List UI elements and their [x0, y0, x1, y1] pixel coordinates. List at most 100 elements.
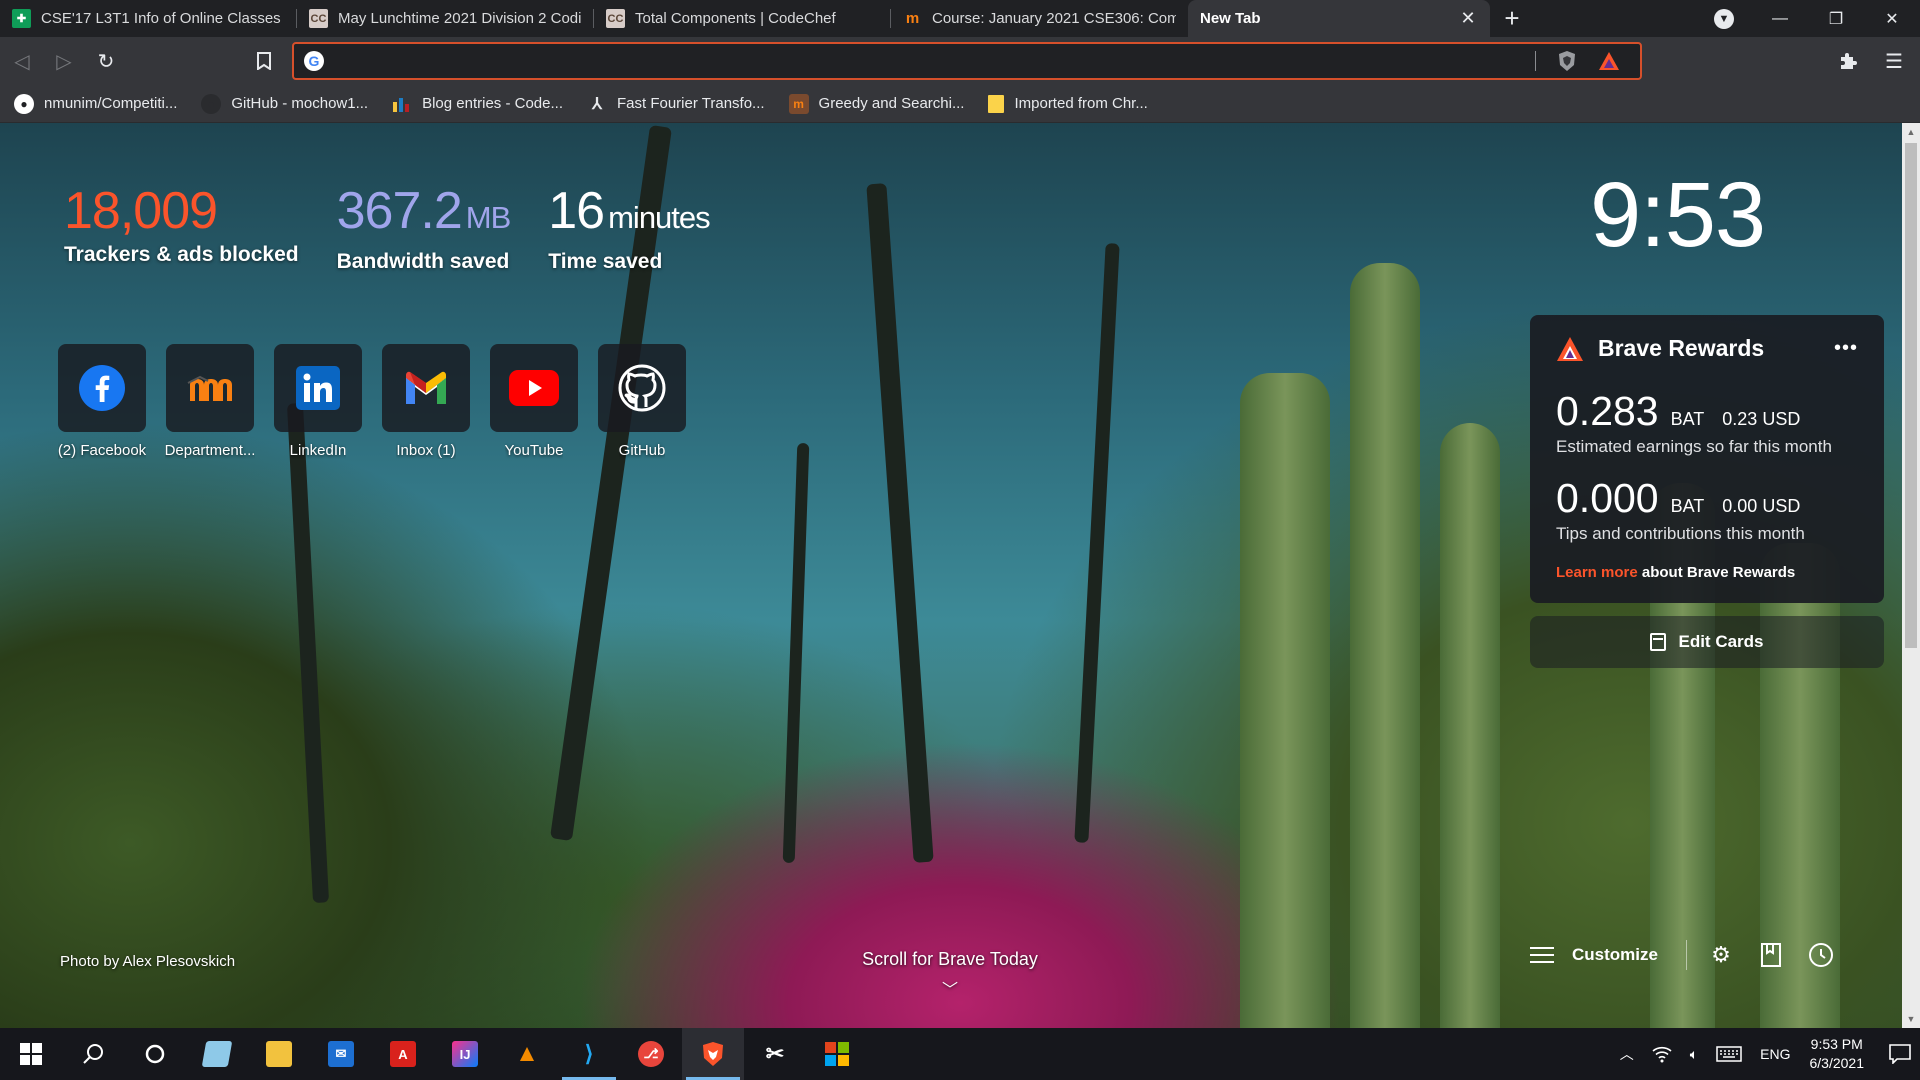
- site-tile[interactable]: [490, 344, 578, 432]
- taskbar-app-notepad[interactable]: [186, 1028, 248, 1080]
- language-indicator[interactable]: ENG: [1760, 1046, 1790, 1062]
- restore-button[interactable]: ❐: [1808, 0, 1864, 37]
- bookmark-label: nmunim/Competiti...: [44, 95, 178, 112]
- tab-codechef-components[interactable]: CC Total Components | CodeChef: [594, 0, 891, 37]
- taskbar-app-explorer[interactable]: [248, 1028, 310, 1080]
- gear-icon[interactable]: ⚙: [1707, 941, 1735, 969]
- bookmark-item[interactable]: Blog entries - Code...: [392, 94, 563, 114]
- address-bar[interactable]: G: [292, 42, 1642, 80]
- brave-shield-icon: [1559, 51, 1575, 71]
- tab-sheets[interactable]: ✚ CSE'17 L3T1 Info of Online Classes - G: [0, 0, 297, 37]
- bookmark-item[interactable]: ● nmunim/Competiti...: [14, 93, 178, 114]
- trackers-label: Trackers & ads blocked: [64, 243, 299, 266]
- site-tile[interactable]: [166, 344, 254, 432]
- volume-icon[interactable]: 🔈︎: [1690, 1046, 1698, 1063]
- sliders-icon: [1530, 944, 1554, 966]
- scrollbar-thumb[interactable]: [1905, 143, 1917, 648]
- notifications-button[interactable]: [1880, 1028, 1920, 1080]
- github-icon: ●: [201, 93, 222, 114]
- cortana-icon: [145, 1044, 165, 1064]
- keyboard-icon[interactable]: [1716, 1046, 1742, 1062]
- stat-bandwidth: 367.2 MB Bandwidth saved: [337, 181, 512, 274]
- site-label: Department...: [164, 442, 256, 459]
- brave-rewards-button[interactable]: [1596, 48, 1622, 74]
- taskbar-app-snipping[interactable]: ✂: [744, 1028, 806, 1080]
- search-button[interactable]: [62, 1028, 124, 1080]
- top-site-department[interactable]: Department...: [156, 344, 264, 459]
- site-tile[interactable]: [58, 344, 146, 432]
- taskbar-date: 6/3/2021: [1809, 1055, 1865, 1071]
- bookmark-button[interactable]: [244, 41, 284, 81]
- tab-codechef-lunchtime[interactable]: CC May Lunchtime 2021 Division 2 Coding: [297, 0, 594, 37]
- start-button[interactable]: [0, 1028, 62, 1080]
- taskbar-app-mail[interactable]: ✉: [310, 1028, 372, 1080]
- tab-moodle-course[interactable]: m Course: January 2021 CSE306: Comput: [891, 0, 1188, 37]
- vscode-icon: ⟩: [584, 1041, 594, 1066]
- page-scrollbar[interactable]: ▲ ▼: [1902, 123, 1920, 1028]
- back-button[interactable]: ◁: [2, 41, 42, 81]
- history-icon[interactable]: [1807, 941, 1835, 969]
- search-icon: [83, 1044, 103, 1064]
- taskbar-app-intellij[interactable]: IJ: [434, 1028, 496, 1080]
- tab-search-button[interactable]: ▼: [1696, 0, 1752, 37]
- scroll-up-icon[interactable]: ▲: [1902, 123, 1920, 141]
- tips-usd: 0.00 USD: [1722, 496, 1801, 516]
- background-palm-trunk: [782, 442, 810, 864]
- bookmark-folder[interactable]: Imported from Chr...: [988, 94, 1148, 113]
- address-input[interactable]: [334, 52, 1525, 70]
- background-palm-trunk: [286, 402, 330, 904]
- moodle-icon: m: [788, 93, 809, 114]
- cortana-button[interactable]: [124, 1028, 186, 1080]
- menu-button[interactable]: ☰: [1874, 41, 1914, 81]
- bookmark-item[interactable]: ● GitHub - mochow1...: [201, 93, 368, 114]
- close-window-button[interactable]: ✕: [1864, 0, 1920, 37]
- photo-credit[interactable]: Photo by Alex Plesovskich: [60, 953, 235, 970]
- top-site-gmail[interactable]: Inbox (1): [372, 344, 480, 459]
- bandwidth-unit: MB: [465, 200, 511, 235]
- taskbar-app-vscode[interactable]: ⟩: [558, 1028, 620, 1080]
- tab-strip-spacer: [1534, 0, 1696, 37]
- tab-strip: ✚ CSE'17 L3T1 Info of Online Classes - G…: [0, 0, 1920, 37]
- more-options-icon[interactable]: •••: [1834, 337, 1858, 360]
- wifi-icon[interactable]: [1652, 1045, 1672, 1063]
- github-icon: [618, 364, 666, 412]
- taskbar-app-brave[interactable]: [682, 1028, 744, 1080]
- chevron-up-icon[interactable]: ︿: [1620, 1044, 1634, 1064]
- top-site-facebook[interactable]: (2) Facebook: [48, 344, 156, 459]
- taskbar-app-office[interactable]: [806, 1028, 868, 1080]
- chevron-down-icon: ▼: [1714, 8, 1734, 29]
- bookmarks-icon[interactable]: [1757, 941, 1785, 969]
- scroll-today-label: Scroll for Brave Today: [862, 949, 1038, 969]
- top-site-github[interactable]: GitHub: [588, 344, 696, 459]
- close-tab-icon[interactable]: ✕: [1458, 8, 1478, 29]
- extensions-button[interactable]: [1828, 41, 1868, 81]
- scroll-brave-today[interactable]: Scroll for Brave Today ﹀: [860, 949, 1040, 1000]
- tab-new-tab[interactable]: New Tab ✕: [1188, 0, 1490, 37]
- minimize-button[interactable]: —: [1752, 0, 1808, 37]
- scroll-down-icon[interactable]: ▼: [1902, 1010, 1920, 1028]
- bookmark-item[interactable]: m Greedy and Searchi...: [788, 93, 965, 114]
- bookmark-label: Greedy and Searchi...: [818, 95, 965, 112]
- forward-button[interactable]: ▷: [44, 41, 84, 81]
- bat-triangle-icon: [1599, 52, 1619, 70]
- brave-shields-button[interactable]: [1554, 48, 1580, 74]
- new-tab-button[interactable]: +: [1490, 0, 1534, 37]
- site-tile[interactable]: [598, 344, 686, 432]
- taskbar-clock[interactable]: 9:53 PM 6/3/2021: [1810, 1035, 1865, 1073]
- taskbar-app-vlc[interactable]: ▲: [496, 1028, 558, 1080]
- taskbar-app-acrobat[interactable]: A: [372, 1028, 434, 1080]
- time-value-row: 16 minutes: [548, 181, 710, 248]
- bottom-right-actions: Customize ⚙: [1530, 940, 1857, 970]
- tips-row: 0.000 BAT 0.00 USD: [1556, 475, 1858, 522]
- edit-cards-button[interactable]: Edit Cards: [1530, 616, 1884, 668]
- bookmark-item[interactable]: ⅄ Fast Fourier Transfo...: [587, 94, 764, 114]
- top-site-linkedin[interactable]: LinkedIn: [264, 344, 372, 459]
- site-tile[interactable]: [382, 344, 470, 432]
- site-label: YouTube: [504, 442, 564, 459]
- top-site-youtube[interactable]: YouTube: [480, 344, 588, 459]
- site-tile[interactable]: [274, 344, 362, 432]
- reload-button[interactable]: ↻: [86, 41, 126, 81]
- learn-more-link[interactable]: Learn more: [1556, 564, 1638, 581]
- customize-button[interactable]: Customize: [1530, 944, 1658, 966]
- taskbar-app-git[interactable]: ⎇: [620, 1028, 682, 1080]
